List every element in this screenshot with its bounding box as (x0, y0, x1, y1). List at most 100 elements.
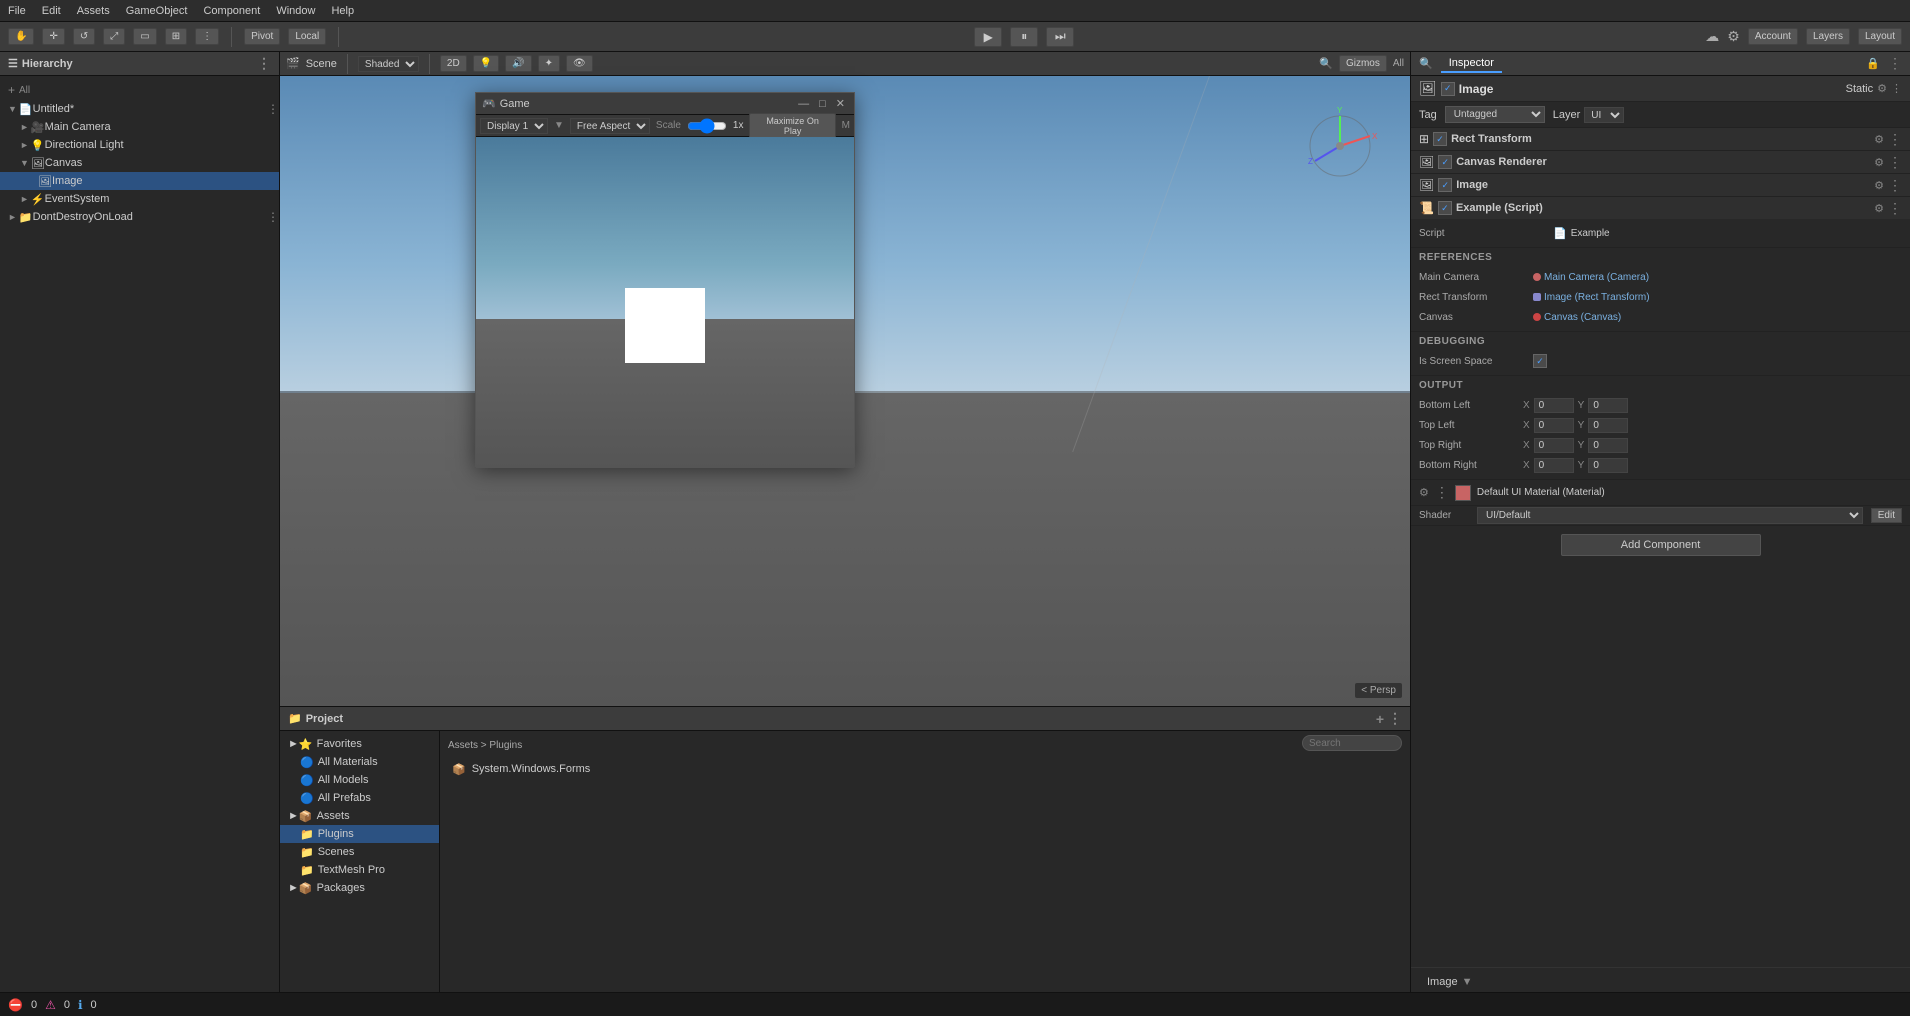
packages-header[interactable]: ► 📦 Packages (280, 879, 439, 897)
project-add[interactable]: + (1376, 711, 1384, 727)
example-checkbox[interactable]: ✓ (1438, 201, 1452, 215)
lock-icon[interactable]: 🔒 (1866, 57, 1880, 70)
menu-file[interactable]: File (8, 5, 26, 17)
bottom-right-y[interactable] (1588, 458, 1628, 473)
all-materials[interactable]: 🔵 All Materials (280, 753, 439, 771)
move-tool[interactable]: ✛ (42, 28, 64, 45)
rect-transform-checkbox[interactable]: ✓ (1433, 132, 1447, 146)
image-dropdown-arrow[interactable]: ▼ (1462, 976, 1473, 988)
all-tool[interactable]: ⊞ (165, 28, 187, 45)
tag-select[interactable]: Untagged (1445, 106, 1545, 123)
hier-item-image[interactable]: 🖼 Image (0, 172, 279, 190)
step-button[interactable]: ⏭ (1046, 27, 1074, 47)
example-script-header[interactable]: 📜 ✓ Example (Script) ⚙ ⋮ (1411, 197, 1910, 219)
rect-settings[interactable]: ⚙ (1874, 133, 1884, 146)
aspect-select[interactable]: Free Aspect (570, 118, 650, 134)
project-more[interactable]: ⋮ (1388, 710, 1402, 727)
hier-item-dirlight[interactable]: ► 💡 Directional Light (0, 136, 279, 154)
scene-lights-button[interactable]: 💡 (473, 55, 499, 72)
canvas-renderer-checkbox[interactable]: ✓ (1438, 155, 1452, 169)
hand-tool[interactable]: ✋ (8, 28, 34, 45)
image-comp-checkbox[interactable]: ✓ (1438, 178, 1452, 192)
rotate-tool[interactable]: ↺ (73, 28, 95, 45)
inspector-more[interactable]: ⋮ (1888, 55, 1902, 72)
hier-item-maincamera[interactable]: ► 🎥 Main Camera (0, 118, 279, 136)
scale-tool[interactable]: ⤢ (103, 28, 125, 45)
hierarchy-menu[interactable]: ⋮ (257, 55, 271, 72)
scenes-item[interactable]: 📁 Scenes (280, 843, 439, 861)
image-settings[interactable]: ⚙ (1874, 179, 1884, 192)
canvas-renderer-header[interactable]: 🖼 ✓ Canvas Renderer ⚙ ⋮ (1411, 151, 1910, 173)
tab-inspector[interactable]: Inspector (1441, 55, 1502, 73)
top-right-y[interactable] (1588, 438, 1628, 453)
all-prefabs[interactable]: 🔵 All Prefabs (280, 789, 439, 807)
hier-item-eventsystem[interactable]: ► ⚡ EventSystem (0, 190, 279, 208)
settings-icon[interactable]: ⚙ (1727, 28, 1740, 45)
display-select[interactable]: Display 1 (480, 118, 548, 134)
bottom-left-y[interactable] (1588, 398, 1628, 413)
shader-edit-button[interactable]: Edit (1871, 508, 1902, 523)
scene-audio-button[interactable]: 🔊 (505, 55, 531, 72)
rect-tool[interactable]: ▭ (133, 28, 156, 45)
bottom-right-x[interactable] (1534, 458, 1574, 473)
example-settings[interactable]: ⚙ (1874, 202, 1884, 215)
extra-tool[interactable]: ⋮ (195, 28, 219, 45)
textmesh-item[interactable]: 📁 TextMesh Pro (280, 861, 439, 879)
shader-select[interactable]: UI/Default (1477, 507, 1863, 524)
rect-transform-header[interactable]: ⊞ ✓ Rect Transform ⚙ ⋮ (1411, 128, 1910, 150)
hier-more-untitled[interactable]: ⋮ (267, 102, 279, 116)
top-left-y[interactable] (1588, 418, 1628, 433)
material-color-swatch[interactable] (1455, 485, 1471, 501)
game-maximize[interactable]: □ (816, 98, 829, 110)
scene-hidden-button[interactable]: 👁 (566, 55, 593, 72)
example-more[interactable]: ⋮ (1888, 200, 1902, 217)
all-models[interactable]: 🔵 All Models (280, 771, 439, 789)
pivot-button[interactable]: Pivot (244, 28, 280, 45)
image-comp-header[interactable]: 🖼 ✓ Image ⚙ ⋮ (1411, 174, 1910, 196)
hier-item-untitled[interactable]: ▼ 📄 Untitled* ⋮ (0, 100, 279, 118)
top-left-x[interactable] (1534, 418, 1574, 433)
pause-button[interactable]: ⏸ (1010, 27, 1038, 47)
project-search[interactable] (1302, 735, 1402, 751)
mat-more[interactable]: ⋮ (1435, 484, 1449, 501)
settings-dots1[interactable]: ⚙ (1877, 82, 1887, 95)
layout-button[interactable]: Layout (1858, 28, 1902, 45)
hierarchy-add[interactable]: + (8, 83, 15, 97)
account-button[interactable]: Account (1748, 28, 1798, 45)
gizmos-button[interactable]: Gizmos (1339, 55, 1387, 72)
canvas-renderer-more[interactable]: ⋮ (1888, 154, 1902, 171)
menu-assets[interactable]: Assets (77, 5, 110, 17)
shading-mode-select[interactable]: Shaded (358, 56, 419, 72)
component-more1[interactable]: ⋮ (1891, 82, 1902, 95)
maximize-on-play[interactable]: Maximize On Play (749, 113, 835, 139)
rect-more[interactable]: ⋮ (1888, 131, 1902, 148)
image-enabled-checkbox[interactable]: ✓ (1441, 82, 1455, 96)
game-minimize[interactable]: — (795, 98, 812, 110)
plugins-item[interactable]: 📁 Plugins (280, 825, 439, 843)
menu-window[interactable]: Window (276, 5, 315, 17)
hier-item-canvas[interactable]: ▼ 🖼 Canvas (0, 154, 279, 172)
menu-gameobject[interactable]: GameObject (126, 5, 188, 17)
mat-settings[interactable]: ⚙ (1419, 486, 1429, 499)
assets-header[interactable]: ► 📦 Assets (280, 807, 439, 825)
hier-item-dontdestroy[interactable]: ► 📁 DontDestroyOnLoad ⋮ (0, 208, 279, 226)
is-screen-space-checkbox[interactable]: ✓ (1533, 354, 1547, 368)
top-right-x[interactable] (1534, 438, 1574, 453)
file-system-windows-forms[interactable]: 📦 System.Windows.Forms (448, 759, 1402, 779)
canvas-renderer-settings[interactable]: ⚙ (1874, 156, 1884, 169)
menu-component[interactable]: Component (203, 5, 260, 17)
bottom-left-x[interactable] (1534, 398, 1574, 413)
scene-2d-button[interactable]: 2D (440, 55, 467, 72)
scale-slider[interactable] (687, 118, 727, 134)
layers-button[interactable]: Layers (1806, 28, 1850, 45)
favorites-header[interactable]: ► ⭐ Favorites (280, 735, 439, 753)
menu-edit[interactable]: Edit (42, 5, 61, 17)
scene-gizmo[interactable]: X Y Z (1300, 106, 1380, 186)
image-more[interactable]: ⋮ (1888, 177, 1902, 194)
scene-fx-button[interactable]: ✦ (538, 55, 560, 72)
collab-icon[interactable]: ☁ (1705, 28, 1719, 45)
layer-select[interactable]: UI (1584, 107, 1624, 123)
hier-more-dontdestroy[interactable]: ⋮ (267, 210, 279, 224)
menu-help[interactable]: Help (331, 5, 354, 17)
game-close[interactable]: ✕ (833, 97, 848, 110)
